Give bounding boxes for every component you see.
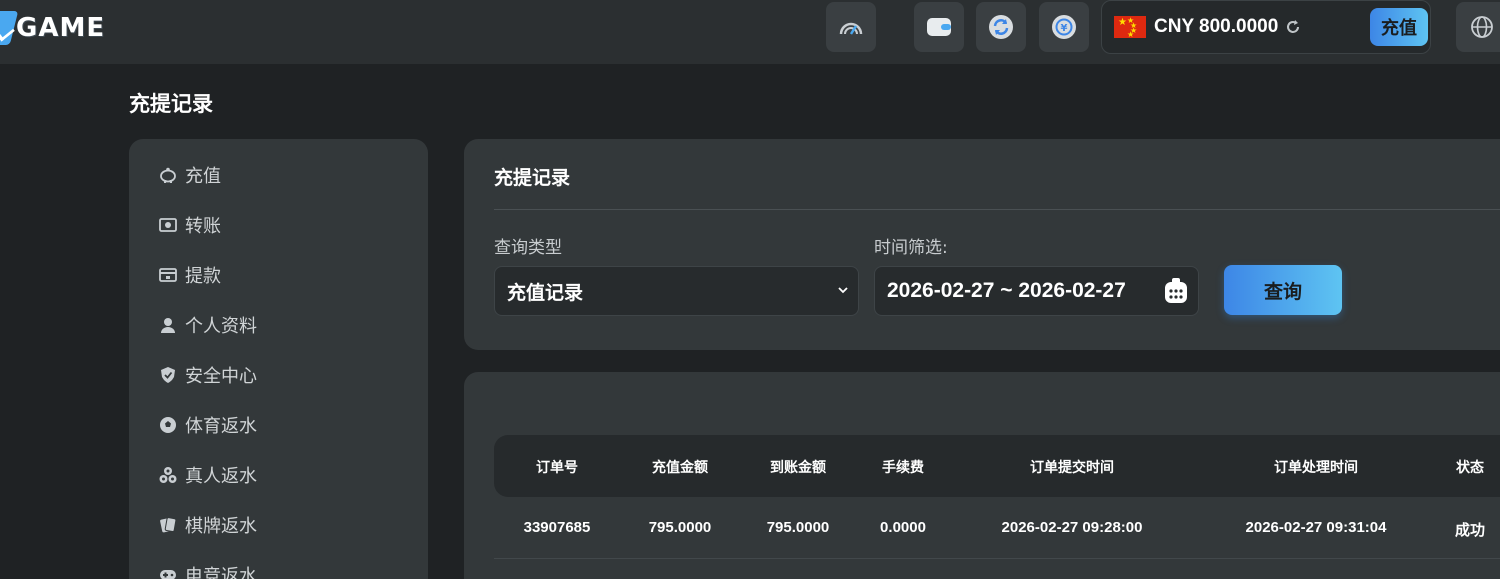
top-bar: GAME ¥ ★ ★ ★ ★ ★ CNY 800.0000 充值 — [0, 0, 1500, 64]
divider — [494, 209, 1500, 210]
money-transfer-icon — [159, 216, 177, 234]
date-range-value: 2026-02-27 ~ 2026-02-27 — [887, 279, 1126, 302]
cell-deposit-amount: 795.0000 — [648, 519, 712, 536]
site-logo[interactable]: GAME — [0, 6, 105, 50]
balance-panel: ★ ★ ★ ★ ★ CNY 800.0000 充值 — [1101, 0, 1431, 54]
cell-credited-amount: 795.0000 — [766, 519, 830, 536]
language-button[interactable] — [1456, 2, 1500, 52]
sync-button[interactable] — [976, 2, 1026, 52]
table-row[interactable]: 33907685 795.0000 795.0000 0.0000 2026-0… — [494, 497, 1500, 559]
sidebar-item-esports-rebate[interactable]: 电竞返水 — [159, 560, 257, 579]
sidebar-item-live-rebate[interactable]: 真人返水 — [159, 460, 257, 490]
column-header-credited-amount: 到账金额 — [770, 459, 826, 475]
sidebar-item-sports-rebate[interactable]: 体育返水 — [159, 410, 257, 440]
speedometer-icon — [839, 22, 863, 35]
column-header-order-id: 订单号 — [536, 459, 578, 475]
sidebar-item-withdraw[interactable]: 提款 — [159, 260, 221, 290]
sidebar-item-profile[interactable]: 个人资料 — [159, 310, 257, 340]
time-filter-label: 时间筛选: — [874, 238, 948, 258]
date-range-picker[interactable]: 2026-02-27 ~ 2026-02-27 — [874, 266, 1199, 316]
playing-cards-icon — [159, 516, 177, 534]
globe-icon — [1471, 16, 1493, 38]
column-header-status: 状态 — [1456, 459, 1484, 475]
exchange-button[interactable]: ¥ — [1039, 2, 1089, 52]
shield-icon — [159, 366, 177, 384]
sidebar-item-cards-rebate[interactable]: 棋牌返水 — [159, 510, 257, 540]
calendar-icon — [1165, 278, 1187, 303]
sidebar-item-transfer[interactable]: 转账 — [159, 210, 221, 240]
soccer-ball-icon — [159, 416, 177, 434]
sidebar-item-label: 提款 — [185, 266, 221, 287]
sidebar: 充值 转账 提款 个人资料 安全中心 体育返水 真人返水 棋牌返水 电竞返水 — [129, 139, 428, 579]
sidebar-item-label: 电竞返水 — [185, 566, 257, 579]
sidebar-item-recharge[interactable]: 充值 — [159, 160, 221, 190]
filter-panel: 充提记录 查询类型 充值记录 时间筛选: 2026-02-27 ~ 2026-0… — [464, 139, 1500, 350]
query-type-value: 充值记录 — [507, 281, 584, 304]
sidebar-item-label: 体育返水 — [185, 416, 257, 437]
logo-text: GAME — [16, 13, 106, 43]
china-flag-icon: ★ ★ ★ ★ ★ — [1114, 16, 1146, 39]
page-title: 充提记录 — [129, 92, 213, 116]
records-table: 订单号 充值金额 到账金额 手续费 订单提交时间 订单处理时间 状态 33907… — [464, 372, 1500, 579]
query-button[interactable]: 查询 — [1224, 265, 1342, 315]
column-header-fee: 手续费 — [882, 459, 924, 475]
query-type-select[interactable]: 充值记录 — [494, 266, 859, 316]
wallet-icon — [927, 18, 951, 36]
filter-title: 充提记录 — [494, 167, 571, 189]
refresh-balance-icon[interactable] — [1284, 18, 1302, 36]
casino-chips-icon — [159, 466, 177, 484]
sidebar-item-label: 转账 — [185, 216, 221, 237]
recharge-button[interactable]: 充值 — [1370, 8, 1428, 46]
withdraw-icon — [159, 266, 177, 284]
cell-order-id: 33907685 — [523, 519, 591, 536]
speed-gauge-button[interactable] — [826, 2, 876, 52]
balance-amount: CNY 800.0000 — [1154, 16, 1279, 37]
sidebar-item-label: 真人返水 — [185, 466, 257, 487]
chevron-down-icon — [838, 287, 848, 294]
query-type-label: 查询类型 — [494, 238, 562, 258]
sidebar-item-label: 充值 — [185, 166, 221, 187]
gamepad-icon — [159, 566, 177, 579]
sync-icon — [989, 15, 1013, 39]
yuan-coin-icon: ¥ — [1052, 15, 1076, 39]
sidebar-item-label: 个人资料 — [185, 316, 257, 337]
sidebar-item-security[interactable]: 安全中心 — [159, 360, 257, 390]
table-header: 订单号 充值金额 到账金额 手续费 订单提交时间 订单处理时间 状态 — [494, 435, 1500, 497]
column-header-deposit-amount: 充值金额 — [652, 459, 708, 475]
column-header-submit-time: 订单提交时间 — [1030, 459, 1114, 475]
cell-process-time: 2026-02-27 09:31:04 — [1245, 519, 1387, 536]
column-header-process-time: 订单处理时间 — [1274, 459, 1358, 475]
cell-fee: 0.0000 — [880, 519, 926, 536]
sidebar-item-label: 棋牌返水 — [185, 516, 257, 537]
wallet-button[interactable] — [914, 2, 964, 52]
svg-text:¥: ¥ — [1061, 23, 1068, 34]
piggy-bank-icon — [159, 166, 177, 184]
cell-status: 成功 — [1454, 522, 1486, 539]
user-icon — [159, 316, 177, 334]
cell-submit-time: 2026-02-27 09:28:00 — [1001, 519, 1143, 536]
sidebar-item-label: 安全中心 — [185, 366, 257, 387]
